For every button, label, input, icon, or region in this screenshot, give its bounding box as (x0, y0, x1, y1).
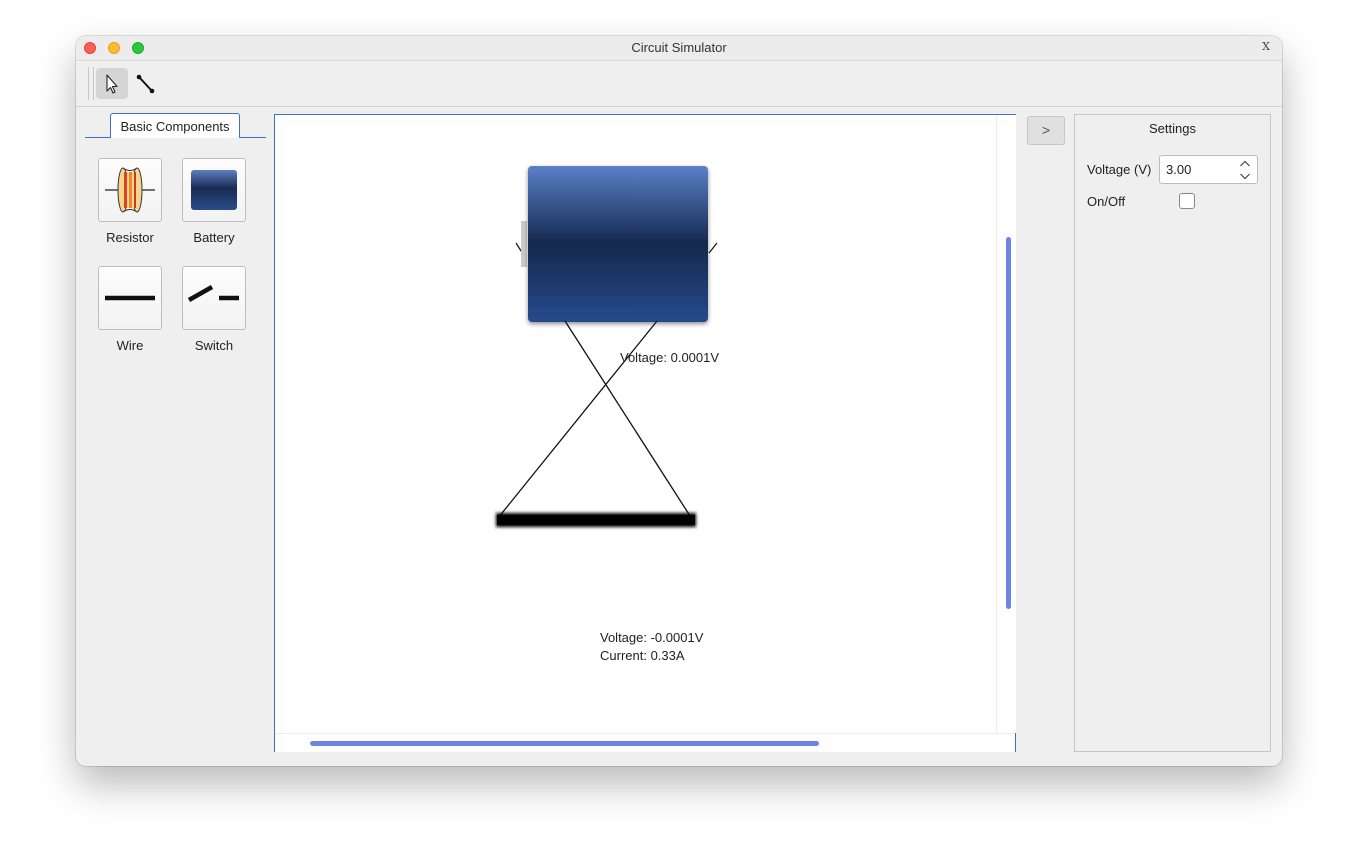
arrow-pointer-icon (106, 74, 118, 94)
battery-voltage-label: Voltage: 0.0001V (620, 350, 720, 365)
wire-tool-button[interactable] (130, 68, 162, 99)
wire-button[interactable] (98, 266, 162, 330)
x-app-icon: X (1262, 40, 1270, 53)
circuit-canvas-view: Voltage: 0.0001V Voltage: -0.0001V Curre… (274, 114, 1016, 752)
wire-current-label: Current: 0.33A (600, 648, 685, 663)
palette-item-resistor[interactable]: Resistor (98, 158, 162, 245)
switch-label: Switch (194, 338, 234, 353)
vertical-scrollbar-thumb[interactable] (1006, 237, 1011, 609)
resistor-button[interactable] (98, 158, 162, 222)
spin-arrows-icon[interactable] (1239, 159, 1251, 181)
battery-terminal-right[interactable] (708, 242, 718, 254)
battery-label: Battery (193, 230, 235, 245)
battery-button[interactable] (182, 158, 246, 222)
select-tool-button[interactable] (96, 68, 128, 99)
main-toolbar (76, 61, 1282, 107)
switch-button[interactable] (182, 266, 246, 330)
battery-component[interactable] (528, 166, 708, 322)
battery-terminal-left[interactable] (515, 221, 527, 267)
onoff-checkbox[interactable] (1179, 193, 1195, 209)
wire-connect-icon (136, 74, 155, 94)
tab-basic-components[interactable]: Basic Components (110, 113, 240, 138)
wire-voltage-label: Voltage: -0.0001V (600, 630, 704, 645)
voltage-value[interactable]: 3.00 (1166, 162, 1191, 177)
toolbar-grip-handle[interactable] (88, 67, 94, 100)
horizontal-scrollbar-thumb[interactable] (310, 741, 819, 746)
vertical-scrollbar[interactable] (996, 115, 1016, 733)
settings-panel: Settings Voltage (V) 3.00 On/Off (1074, 114, 1271, 752)
battery-icon (191, 170, 237, 210)
circuit-canvas[interactable]: Voltage: 0.0001V Voltage: -0.0001V Curre… (275, 115, 996, 733)
voltage-label: Voltage (V) (1087, 162, 1152, 177)
palette-item-wire[interactable]: Wire (98, 266, 162, 353)
voltage-spinbox[interactable]: 3.00 (1159, 155, 1258, 184)
palette-item-battery[interactable]: Battery (182, 158, 246, 245)
wire-icon (105, 295, 155, 301)
title-bar: Circuit Simulator X (76, 36, 1282, 61)
app-window: Circuit Simulator X Basic Components Res… (76, 36, 1282, 766)
switch-icon (187, 285, 239, 302)
horizontal-scrollbar[interactable] (275, 733, 1015, 752)
window-title: Circuit Simulator (631, 40, 727, 55)
palette-item-switch[interactable]: Switch (182, 266, 246, 353)
resistor-icon (105, 167, 155, 213)
wire-component-core (497, 515, 695, 525)
chevron-right-icon: > (1041, 122, 1051, 138)
settings-title: Settings (1149, 121, 1196, 136)
expand-panel-button[interactable]: > (1027, 116, 1065, 145)
onoff-label: On/Off (1087, 194, 1126, 209)
